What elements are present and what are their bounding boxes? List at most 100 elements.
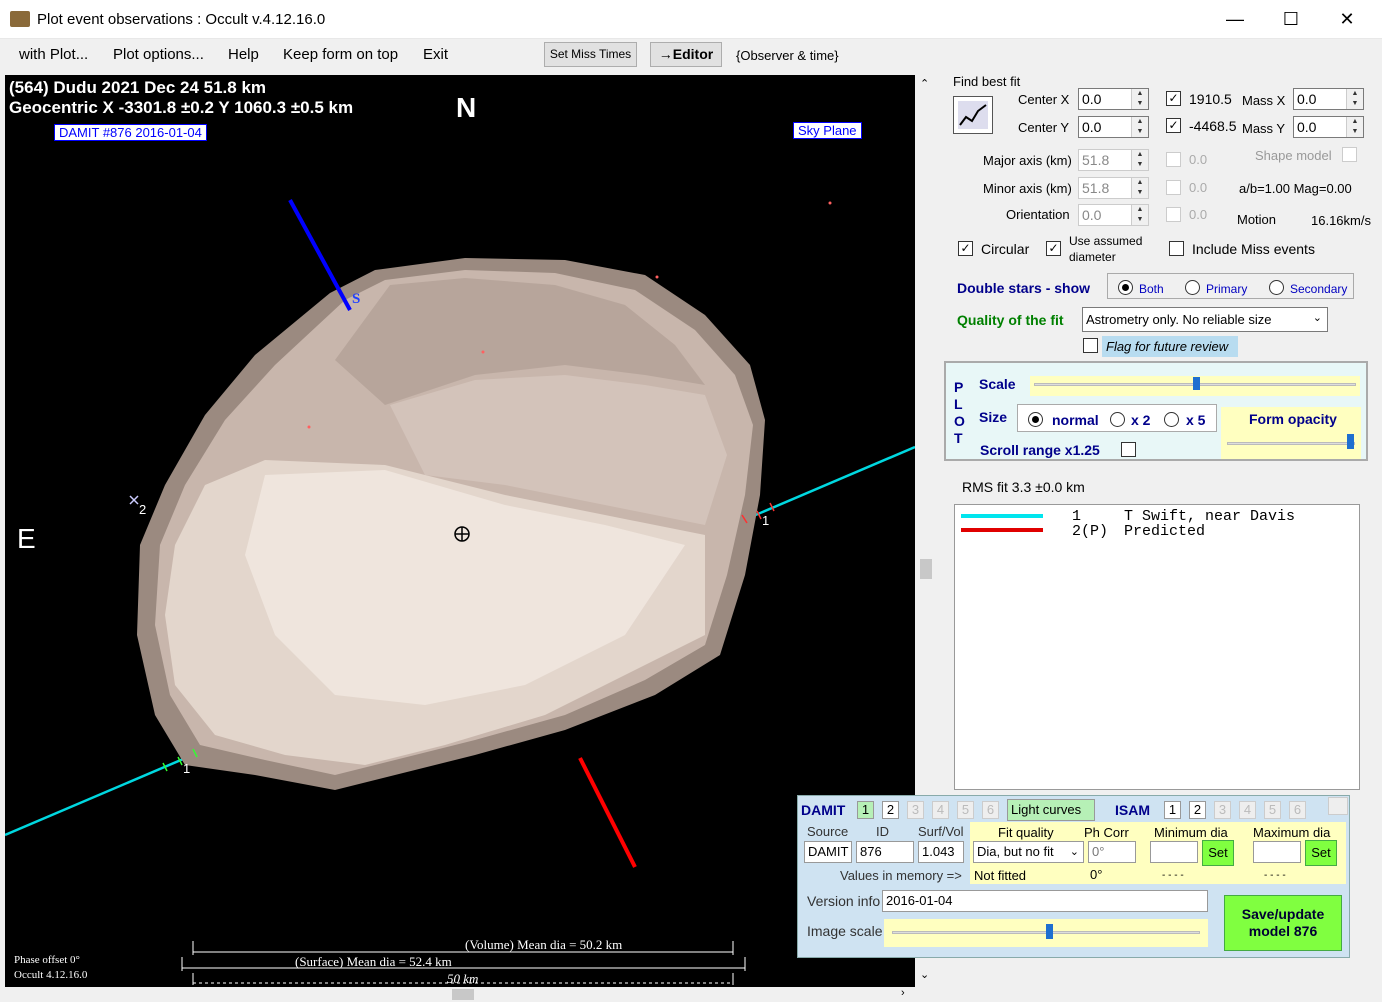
opacity-slider[interactable]: [1221, 433, 1361, 459]
orientation-spinner[interactable]: 0.0 ▲ ▼: [1078, 204, 1149, 226]
center-x-label: Center X: [1018, 92, 1070, 107]
minor-axis-spinner[interactable]: 51.8 ▲ ▼: [1078, 177, 1149, 199]
center-x-spinner[interactable]: 0.0 ▲ ▼: [1078, 88, 1149, 110]
size-x5-radio[interactable]: [1164, 412, 1179, 427]
minimize-button[interactable]: —: [1212, 6, 1258, 34]
image-scale-thumb[interactable]: [1046, 924, 1053, 939]
plot-canvas[interactable]: (564) Dudu 2021 Dec 24 51.8 km Geocentri…: [5, 75, 915, 987]
fit-quality-dropdown[interactable]: Dia, but no fit ⌄: [973, 841, 1084, 863]
fit-quality-label: Fit quality: [998, 825, 1054, 840]
source-label: Source: [807, 824, 849, 839]
motion-label: Motion: [1237, 212, 1277, 227]
mass-y-label: Mass Y: [1242, 121, 1286, 136]
scroll-up-icon[interactable]: ⌃: [920, 77, 929, 90]
save-model-button[interactable]: Save/update model 876: [1224, 895, 1342, 951]
surfvol-field[interactable]: 1.043: [918, 841, 964, 863]
max-dia-field[interactable]: [1253, 841, 1301, 863]
major-axis-spinner[interactable]: 51.8 ▲ ▼: [1078, 149, 1149, 171]
min-dia-memory: - - - -: [1162, 870, 1184, 881]
mass-y-spinner[interactable]: 0.0 ▲ ▼: [1293, 116, 1364, 138]
secondary-radio[interactable]: [1269, 280, 1284, 295]
use-assumed-label: Use assumed: [1069, 234, 1143, 248]
min-dia-field[interactable]: [1150, 841, 1198, 863]
damit-label: DAMIT: [801, 802, 846, 818]
both-radio[interactable]: [1118, 280, 1133, 295]
find-best-fit-label: Find best fit: [953, 74, 1021, 89]
occult-version-label: Occult 4.12.16.0: [14, 969, 88, 981]
menu-with-plot[interactable]: with Plot...: [19, 46, 88, 63]
id-field[interactable]: 876: [856, 841, 914, 863]
quality-label: Quality of the fit: [957, 312, 1064, 328]
fix-x-checkbox[interactable]: ✓: [1166, 91, 1181, 106]
plot-horizontal-scrollbar[interactable]: ›: [5, 987, 915, 1002]
ab-ratio-label: a/b=1.00 Mag=0.00: [1239, 181, 1352, 196]
light-curves-button[interactable]: Light curves: [1007, 799, 1095, 821]
isam-model-4[interactable]: 4: [1239, 801, 1256, 819]
isam-model-5[interactable]: 5: [1264, 801, 1281, 819]
size-normal-label: normal: [1052, 412, 1099, 428]
maximize-button[interactable]: ☐: [1268, 6, 1314, 34]
scale-slider-thumb[interactable]: [1193, 377, 1200, 390]
damit-model-5[interactable]: 5: [957, 801, 974, 819]
plot-vertical-label: PLOT: [954, 379, 965, 446]
mass-x-spinner[interactable]: 0.0 ▲ ▼: [1293, 88, 1364, 110]
fix-minor-checkbox[interactable]: [1166, 180, 1181, 195]
scroll-down-icon[interactable]: ⌄: [920, 968, 929, 981]
max-dia-set-button[interactable]: Set: [1305, 840, 1337, 866]
flag-review-checkbox[interactable]: [1083, 338, 1098, 353]
circular-checkbox[interactable]: ✓: [958, 241, 973, 256]
isam-model-1[interactable]: 1: [1164, 801, 1181, 819]
editor-button[interactable]: →Editor: [650, 42, 722, 67]
scale-slider[interactable]: [1030, 376, 1360, 396]
not-fitted-label: Not fitted: [974, 868, 1027, 883]
scroll-range-checkbox[interactable]: [1121, 442, 1136, 457]
damit-model-2[interactable]: 2: [882, 801, 899, 819]
menu-plot-options[interactable]: Plot options...: [113, 46, 204, 63]
find-best-fit-button[interactable]: [953, 96, 993, 134]
include-miss-checkbox[interactable]: [1169, 241, 1184, 256]
isam-model-2[interactable]: 2: [1189, 801, 1206, 819]
menu-exit[interactable]: Exit: [423, 46, 448, 63]
app-icon: [10, 11, 30, 27]
flag-review-label: Flag for future review: [1106, 339, 1229, 354]
size-normal-radio[interactable]: [1028, 412, 1043, 427]
menu-help[interactable]: Help: [228, 46, 259, 63]
quality-dropdown[interactable]: Astrometry only. No reliable size ⌄: [1082, 307, 1328, 332]
isam-model-6[interactable]: 6: [1289, 801, 1306, 819]
shape-model-checkbox[interactable]: [1342, 147, 1357, 162]
double-stars-label: Double stars - show: [957, 280, 1091, 296]
image-scale-slider[interactable]: [884, 919, 1208, 947]
observer-time-menu[interactable]: {Observer & time}: [736, 48, 839, 63]
fix-y-checkbox[interactable]: ✓: [1166, 118, 1181, 133]
rms-fit-label: RMS fit 3.3 ±0.0 km: [962, 479, 1085, 495]
center-y-spinner[interactable]: 0.0 ▲ ▼: [1078, 116, 1149, 138]
menu-keep-on-top[interactable]: Keep form on top: [283, 46, 398, 63]
scroll-thumb[interactable]: [920, 559, 932, 579]
damit-model-3[interactable]: 3: [907, 801, 924, 819]
source-field[interactable]: DAMIT: [804, 841, 852, 863]
min-dia-set-button[interactable]: Set: [1202, 840, 1234, 866]
use-assumed-checkbox[interactable]: ✓: [1046, 241, 1061, 256]
ph-corr-field[interactable]: 0°: [1088, 841, 1136, 863]
size-x2-radio[interactable]: [1110, 412, 1125, 427]
hscroll-thumb[interactable]: [452, 989, 474, 1000]
scroll-right-icon[interactable]: ›: [901, 987, 905, 999]
set-miss-times-button[interactable]: Set Miss Times: [544, 42, 637, 67]
close-button[interactable]: ✕: [1324, 6, 1370, 34]
damit-close-button[interactable]: [1328, 797, 1348, 815]
isam-model-3[interactable]: 3: [1214, 801, 1231, 819]
version-info-field[interactable]: 2016-01-04: [882, 890, 1208, 912]
damit-model-4[interactable]: 4: [932, 801, 949, 819]
north-pole-axis: [578, 757, 637, 868]
fix-major-checkbox[interactable]: [1166, 152, 1181, 167]
damit-model-1[interactable]: 1: [857, 801, 874, 819]
include-miss-label: Include Miss events: [1192, 241, 1315, 257]
primary-radio[interactable]: [1185, 280, 1200, 295]
opacity-slider-thumb[interactable]: [1347, 434, 1354, 449]
fix-orientation-checkbox[interactable]: [1166, 207, 1181, 222]
values-memory-label: Values in memory =>: [840, 868, 962, 883]
damit-model-6[interactable]: 6: [982, 801, 999, 819]
id-label: ID: [876, 824, 889, 839]
both-label: Both: [1139, 282, 1164, 296]
minor-delta: 0.0: [1189, 180, 1208, 195]
